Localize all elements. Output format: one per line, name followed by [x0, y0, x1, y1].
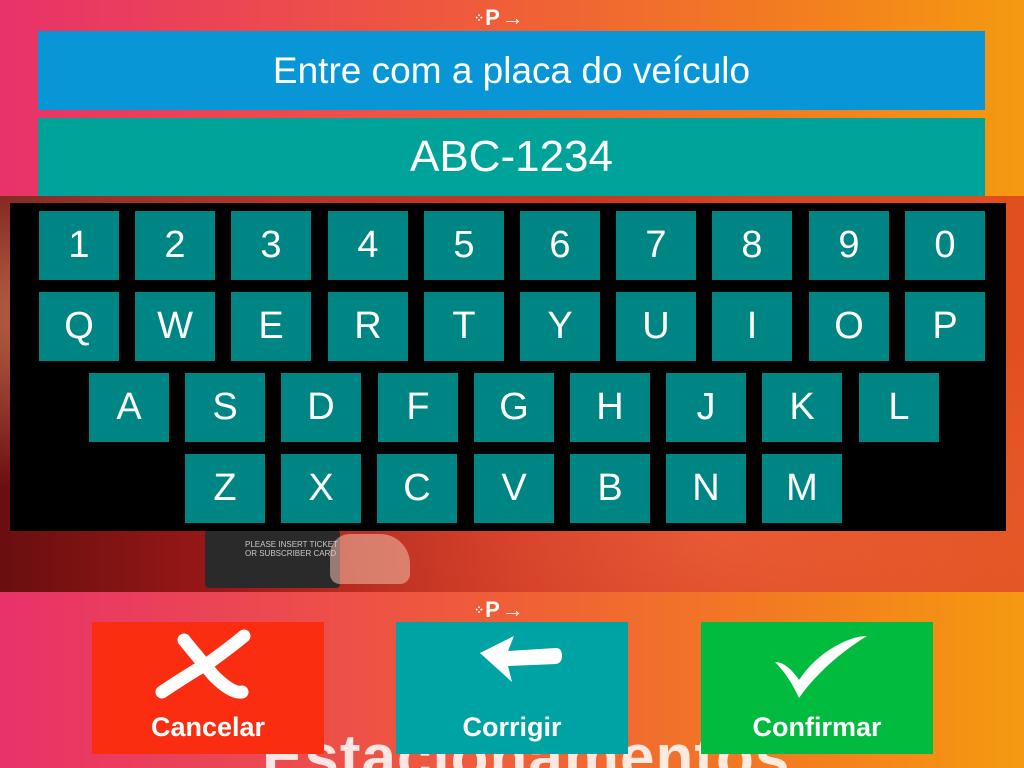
cancel-label: Cancelar — [150, 712, 266, 742]
key-j[interactable]: J — [666, 373, 746, 442]
key-y[interactable]: Y — [520, 292, 600, 361]
key-i[interactable]: I — [712, 292, 792, 361]
brand-logo-letter: P — [485, 597, 500, 622]
key-5[interactable]: 5 — [424, 211, 504, 280]
on-screen-keyboard: 1234567890 QWERTYUIOP ASDFGHJKL ZXCVBNM — [10, 203, 1006, 531]
correct-label: Corrigir — [462, 712, 562, 742]
key-v[interactable]: V — [474, 454, 554, 523]
key-f[interactable]: F — [378, 373, 458, 442]
key-3[interactable]: 3 — [231, 211, 311, 280]
key-l[interactable]: L — [859, 373, 939, 442]
brand-logo-arrow: → — [501, 5, 524, 30]
ticket-machine-panel: PLEASE INSERT TICKET OR SUBSCRIBER CARD — [205, 530, 340, 588]
key-9[interactable]: 9 — [809, 211, 889, 280]
key-0[interactable]: 0 — [905, 211, 985, 280]
prompt-title: Entre com a placa do veículo — [38, 31, 985, 110]
key-z[interactable]: Z — [185, 454, 265, 523]
key-q[interactable]: Q — [39, 292, 119, 361]
key-d[interactable]: D — [281, 373, 361, 442]
key-a[interactable]: A — [89, 373, 169, 442]
key-1[interactable]: 1 — [39, 211, 119, 280]
confirm-label: Confirmar — [752, 712, 882, 742]
confirm-button[interactable]: Confirmar — [701, 622, 933, 754]
background-hand — [330, 534, 410, 584]
brand-logo-dots: ⁘ — [474, 11, 484, 25]
key-6[interactable]: 6 — [520, 211, 600, 280]
key-o[interactable]: O — [809, 292, 889, 361]
key-b[interactable]: B — [570, 454, 650, 523]
key-s[interactable]: S — [185, 373, 265, 442]
key-t[interactable]: T — [424, 292, 504, 361]
key-p[interactable]: P — [905, 292, 985, 361]
key-x[interactable]: X — [281, 454, 361, 523]
brand-logo-top: ⁘ P → — [474, 6, 554, 30]
key-m[interactable]: M — [762, 454, 842, 523]
ticket-machine-text: PLEASE INSERT TICKET OR SUBSCRIBER CARD — [245, 540, 338, 558]
brand-logo-arrow: → — [501, 597, 524, 622]
key-8[interactable]: 8 — [712, 211, 792, 280]
cancel-button[interactable]: Cancelar — [92, 622, 324, 754]
key-r[interactable]: R — [328, 292, 408, 361]
key-k[interactable]: K — [762, 373, 842, 442]
key-2[interactable]: 2 — [135, 211, 215, 280]
key-u[interactable]: U — [616, 292, 696, 361]
key-w[interactable]: W — [135, 292, 215, 361]
key-e[interactable]: E — [231, 292, 311, 361]
key-g[interactable]: G — [474, 373, 554, 442]
brand-logo-letter: P — [485, 5, 500, 30]
key-4[interactable]: 4 — [328, 211, 408, 280]
key-n[interactable]: N — [666, 454, 746, 523]
key-h[interactable]: H — [570, 373, 650, 442]
plate-input-display[interactable]: ABC-1234 — [38, 118, 985, 196]
brand-logo-dots: ⁘ — [474, 603, 484, 617]
key-7[interactable]: 7 — [616, 211, 696, 280]
brand-logo-bottom: ⁘ P → — [474, 598, 554, 622]
correct-button[interactable]: Corrigir — [396, 622, 628, 754]
key-c[interactable]: C — [377, 454, 457, 523]
